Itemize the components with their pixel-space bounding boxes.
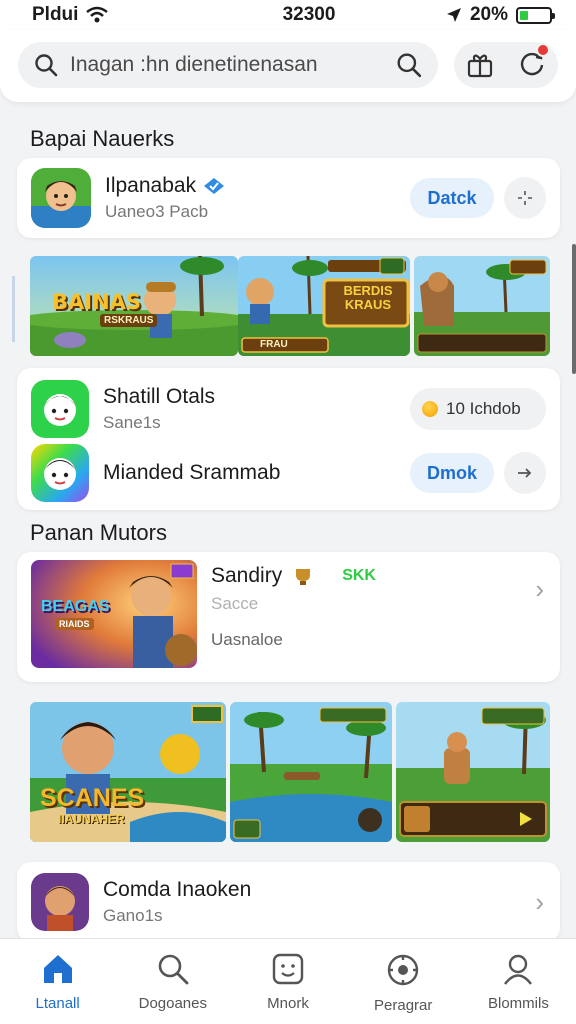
nav-label: Ltanall (35, 995, 80, 1012)
app-list-card: Shatill Otals Sane1s 10 Ichdob Mianded S… (17, 368, 560, 510)
app-list-card-2[interactable]: Comda Inaoken Gano1s › (17, 862, 560, 942)
notification-button[interactable] (518, 42, 550, 82)
nav-item-messages[interactable]: Mnork (230, 939, 345, 1024)
featured-app-card[interactable]: Ilpanabak Uaneo3 Pacb Datck (17, 158, 560, 238)
clock: 32300 (282, 4, 336, 25)
banner-2-title: BERDIS KRAUS (343, 283, 393, 312)
chevron-right-icon[interactable]: › (535, 887, 544, 918)
nav-item-explore[interactable]: Peragrar (346, 939, 461, 1024)
promo-artwork: BEAGAS RIAIDS (31, 560, 197, 668)
more-options-button[interactable] (504, 177, 546, 219)
carousel-indicator (12, 276, 15, 342)
gift-box-icon[interactable] (466, 51, 494, 79)
home-icon (43, 955, 72, 983)
nav-item-search[interactable]: Dogoanes (115, 939, 230, 1024)
compass-icon (388, 954, 419, 986)
gallery-1-title: SCANES (40, 784, 145, 812)
banner-2-button[interactable]: FRAU (260, 339, 288, 350)
location-arrow-icon (446, 8, 461, 22)
app-subtitle: Gano1s (103, 906, 163, 925)
app-name: Mianded Srammab (103, 461, 281, 484)
person-icon (504, 954, 533, 985)
search-input[interactable] (70, 53, 396, 77)
search-submit-icon[interactable] (396, 52, 422, 78)
gallery-image-3[interactable] (396, 702, 550, 842)
search-icon (158, 954, 189, 985)
nav-label: Dogoanes (138, 995, 207, 1012)
game-banner-1[interactable]: BAINAS RSKRAUS (30, 256, 238, 356)
app-icon-comda (31, 873, 89, 931)
app-icon-shatill (31, 380, 89, 438)
game-banner-3[interactable] (414, 256, 550, 356)
list-item[interactable]: Shatill Otals Sane1s 10 Ichdob (17, 372, 560, 446)
banner-1-title: BAINAS (52, 290, 142, 314)
app-icon-mianded (31, 444, 89, 502)
promo-art-title: BEAGAS (41, 598, 110, 615)
section-title-2: Panan Mutors (30, 520, 167, 545)
app-name: Comda Inaoken (103, 878, 252, 901)
price-label: 10 Ichdob (446, 399, 521, 418)
battery-icon (516, 6, 555, 24)
promo-name: Sandiry (211, 564, 283, 587)
bottom-navigation: Ltanall Dogoanes Mnork Peragrar Blommils (0, 938, 576, 1024)
app-name: Ilpanabak (105, 174, 197, 197)
section-title-1: Bapai Nauerks (30, 126, 175, 151)
notification-badge (536, 42, 550, 57)
promo-card[interactable]: BEAGAS RIAIDS Sandiry SKK Sacce Uasnaloe… (17, 552, 560, 682)
list-item[interactable]: Mianded Srammab Dmok (17, 436, 560, 510)
nav-label: Mnork (267, 995, 309, 1012)
promo-description: Uasnaloe (211, 630, 283, 649)
smiley-box-icon (272, 953, 304, 985)
sparkle-icon (518, 191, 532, 205)
header-bar (0, 30, 576, 102)
app-subtitle: Sane1s (103, 413, 161, 432)
nav-label: Blommils (487, 995, 549, 1012)
game-banner-2[interactable]: BERDIS KRAUS FRAU (238, 256, 410, 356)
chevron-right-icon[interactable]: › (535, 574, 544, 605)
gallery-1-subtitle: IIAUNAHER (58, 812, 125, 826)
more-options-button[interactable] (504, 452, 546, 494)
coin-icon (422, 401, 438, 417)
promo-art-subtitle: RIAIDS (55, 618, 94, 630)
scrollbar[interactable] (572, 244, 576, 374)
header-actions (454, 42, 558, 88)
wifi-icon (86, 6, 109, 23)
get-button[interactable]: Dmok (410, 453, 494, 493)
search-icon (35, 54, 58, 77)
nav-label: Peragrar (374, 997, 433, 1014)
nav-item-home[interactable]: Ltanall (0, 939, 115, 1024)
promo-subtitle: Sacce (211, 594, 259, 613)
battery-percent: 20% (469, 4, 508, 25)
nav-item-profile[interactable]: Blommils (461, 939, 576, 1024)
gallery-image-2[interactable] (230, 702, 392, 842)
trophy-icon (296, 569, 311, 585)
carrier-label: Pldui (32, 4, 79, 25)
status-bar: Pldui 32300 20% (0, 0, 576, 30)
verified-icon (204, 178, 225, 194)
app-name: Shatill Otals (103, 385, 216, 408)
arrow-right-icon (518, 468, 532, 478)
search-bar[interactable] (18, 42, 438, 88)
banner-1-subtitle: RSKRAUS (100, 314, 158, 327)
get-button[interactable]: Datck (410, 178, 494, 218)
app-icon-featured (31, 168, 91, 228)
gallery-image-1[interactable]: SCANES IIAUNAHER (30, 702, 226, 842)
price-button[interactable]: 10 Ichdob (410, 388, 546, 430)
app-subtitle: Uaneo3 Pacb (105, 202, 209, 221)
promo-tag: SKK (342, 567, 376, 584)
